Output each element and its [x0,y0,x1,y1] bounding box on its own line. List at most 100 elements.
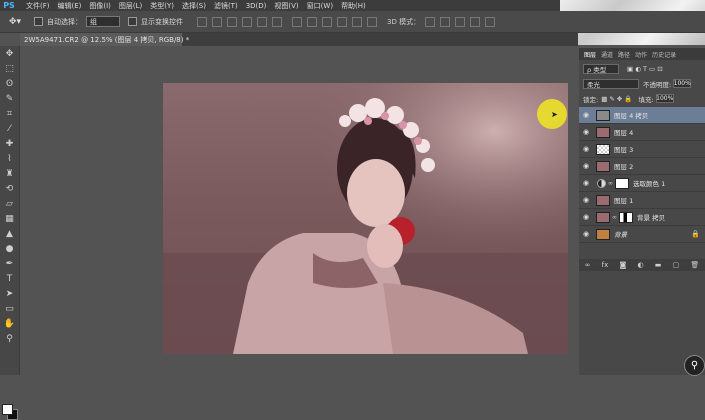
layer-row[interactable]: ◉ ∞ 背景 拷贝 [579,209,705,226]
3d-slide-icon[interactable] [470,16,481,27]
3d-rotate-icon[interactable] [425,16,436,27]
quick-select-tool-icon[interactable]: ✎ [0,91,19,106]
layer-row[interactable]: ◉ 图层 4 拷贝 [579,107,705,124]
visibility-eye-icon[interactable]: ◉ [579,213,593,221]
add-mask-icon[interactable]: ◙ [619,261,626,269]
link-chain-icon: ∞ [612,213,617,221]
align-left-icon[interactable] [242,16,252,27]
menu-layer[interactable]: 图层(L) [119,1,142,11]
lock-icon[interactable]: 🔒 [691,230,700,238]
shape-tool-icon[interactable]: ▭ [0,301,19,316]
zoom-tool-icon[interactable]: ⚲ [0,331,19,346]
path-select-tool-icon[interactable]: ➤ [0,286,19,301]
align-bottom-icon[interactable] [227,16,237,27]
tab-layers[interactable]: 图层 [584,50,596,59]
3d-pan-icon[interactable] [455,16,466,27]
layer-row[interactable]: ◉ 图层 2 [579,158,705,175]
distribute-right-icon[interactable] [367,16,377,27]
tab-channels[interactable]: 通道 [601,50,613,59]
show-transform-checkbox[interactable] [128,17,137,26]
photoshop-logo[interactable]: PS [0,0,18,11]
align-vcenter-icon[interactable] [212,16,222,27]
new-adjustment-icon[interactable]: ◐ [637,261,643,269]
clone-stamp-tool-icon[interactable]: ♜ [0,166,19,181]
filter-kind-dropdown[interactable]: ρ 类型 [583,63,619,74]
menu-help[interactable]: 帮助(H) [341,1,366,11]
3d-scale-icon[interactable] [485,16,496,27]
brush-tool-icon[interactable]: ⌇ [0,151,19,166]
tab-history[interactable]: 历史记录 [652,50,676,59]
history-brush-tool-icon[interactable]: ⟲ [0,181,19,196]
layer-row[interactable]: ◉ ∞ 选取颜色 1 [579,175,705,192]
eraser-tool-icon[interactable]: ▱ [0,196,19,211]
gradient-tool-icon[interactable]: ▦ [0,211,19,226]
distribute-hcenter-icon[interactable] [352,16,362,27]
visibility-eye-icon[interactable]: ◉ [579,145,593,153]
distribute-top-icon[interactable] [292,16,302,27]
auto-select-checkbox[interactable] [34,17,43,26]
new-layer-icon[interactable]: ▢ [673,261,680,269]
visibility-eye-icon[interactable]: ◉ [579,196,593,204]
layer-thumbnail [596,126,610,138]
tab-actions[interactable]: 动作 [635,50,647,59]
marquee-tool-icon[interactable]: ⬚ [0,61,19,76]
align-top-icon[interactable] [197,16,207,27]
document-tab[interactable]: 2W5A9471.CR2 @ 12.5% (图层 4 拷贝, RGB/8) * [20,33,189,46]
align-right-icon[interactable] [272,16,282,27]
lasso-tool-icon[interactable]: ʘ [0,76,19,91]
pen-tool-icon[interactable]: ✒ [0,256,19,271]
hand-tool-icon[interactable]: ✋ [0,316,19,331]
blend-mode-dropdown[interactable]: 柔光 [583,78,639,89]
new-group-icon[interactable]: ▬ [655,261,662,269]
distribute-bottom-icon[interactable] [322,16,332,27]
menu-select[interactable]: 选择(S) [182,1,206,11]
opacity-field[interactable]: 100% [673,79,692,88]
blur-tool-icon[interactable]: ▲ [0,226,19,241]
search-icon[interactable]: ⚲ [684,355,705,376]
fill-label: 填充: [638,95,654,104]
filter-icons[interactable]: ▣ ◐ T ▭ ⊡ [627,65,663,73]
tab-paths[interactable]: 路径 [618,50,630,59]
visibility-eye-icon[interactable]: ◉ [579,179,593,187]
type-tool-icon[interactable]: T [0,271,19,286]
move-tool-icon[interactable]: ✥ [0,46,19,61]
crop-tool-icon[interactable]: ⌗ [0,106,19,121]
link-layers-icon[interactable]: ∞ [585,261,591,269]
photo-illustration [163,83,568,354]
layer-name: 图层 2 [614,163,634,171]
visibility-eye-icon[interactable]: ◉ [579,128,593,136]
menu-image[interactable]: 图像(I) [89,1,111,11]
menu-type[interactable]: 类型(Y) [150,1,174,11]
dodge-tool-icon[interactable]: ● [0,241,19,256]
menu-file[interactable]: 文件(F) [26,1,50,11]
menu-edit[interactable]: 编辑(E) [58,1,82,11]
distribute-left-icon[interactable] [337,16,347,27]
align-hcenter-icon[interactable] [257,16,267,27]
visibility-eye-icon[interactable]: ◉ [579,111,593,119]
auto-select-dropdown[interactable]: 组 [86,16,120,27]
layer-row[interactable]: ◉ 背景 🔒 [579,226,705,243]
move-tool-preset-icon[interactable]: ✥▾ [4,14,26,30]
layer-row[interactable]: ◉ 图层 1 [579,192,705,209]
3d-roll-icon[interactable] [440,16,451,27]
menu-filter[interactable]: 滤镜(T) [214,1,238,11]
healing-brush-tool-icon[interactable]: ✚ [0,136,19,151]
eyedropper-tool-icon[interactable]: ⁄ [0,121,19,136]
visibility-eye-icon[interactable]: ◉ [579,230,593,238]
foreground-color-swatch[interactable] [2,404,13,415]
layer-row[interactable]: ◉ 图层 3 [579,141,705,158]
layer-style-icon[interactable]: fx [602,261,609,269]
layer-row[interactable]: ◉ 图层 4 [579,124,705,141]
visibility-eye-icon[interactable]: ◉ [579,162,593,170]
fill-field[interactable]: 100% [655,94,674,103]
menu-window[interactable]: 窗口(W) [307,1,333,11]
document-tab-bar: 2W5A9471.CR2 @ 12.5% (图层 4 拷贝, RGB/8) * [20,33,578,46]
menu-view[interactable]: 视图(V) [274,1,298,11]
opacity-label: 不透明度: [643,80,672,89]
delete-layer-icon[interactable]: 🗑 [690,261,699,269]
filter-row: ρ 类型 ▣ ◐ T ▭ ⊡ [579,62,705,75]
canvas-image[interactable] [163,83,568,354]
distribute-vcenter-icon[interactable] [307,16,317,27]
lock-icons[interactable]: ▩ ✎ ✥ 🔒 [601,95,632,103]
menu-3d[interactable]: 3D(D) [246,2,267,10]
